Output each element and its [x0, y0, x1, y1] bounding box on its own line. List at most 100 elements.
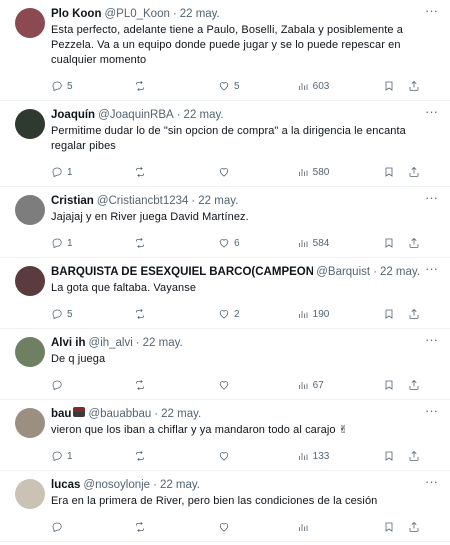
bookmark-icon [385, 451, 393, 461]
tweet-date[interactable]: 22 may. [180, 6, 220, 22]
views-button[interactable] [297, 521, 383, 533]
bookmark-button[interactable] [383, 450, 408, 462]
user-handle[interactable]: @nosoylonje [83, 477, 150, 493]
like-button[interactable]: 6 [218, 237, 297, 249]
tweet-date[interactable]: 22 may. [160, 477, 200, 493]
more-options-button[interactable]: ··· [425, 105, 438, 118]
share-button[interactable] [408, 308, 420, 320]
tweet-header: Joaquín @JoaquinRBA · 22 may. [51, 107, 420, 123]
like-button[interactable] [218, 450, 297, 462]
avatar[interactable] [15, 266, 45, 296]
retweet-button[interactable] [134, 521, 218, 533]
user-handle[interactable]: @bauabbau [88, 406, 151, 422]
bookmark-button[interactable] [383, 521, 408, 533]
reply-feed: Plo Koon @PL0_Koon · 22 may. Esta perfec… [0, 0, 450, 542]
user-handle[interactable]: @Barquist [316, 264, 370, 280]
tweet-actions: 1 133 [51, 442, 420, 470]
reply-button[interactable] [51, 379, 134, 391]
tweet[interactable]: BARQUISTA DE ESEXQUIEL BARCO(CAMPEON DE … [0, 258, 450, 329]
reply-button[interactable]: 1 [51, 166, 134, 178]
views-button[interactable]: 190 [297, 308, 383, 320]
reply-button[interactable]: 1 [51, 237, 134, 249]
retweet-button[interactable] [134, 379, 218, 391]
retweet-button[interactable] [134, 237, 218, 249]
share-button[interactable] [408, 237, 420, 249]
like-button[interactable]: 5 [218, 80, 297, 92]
share-button[interactable] [408, 379, 420, 391]
more-options-button[interactable]: ··· [425, 191, 438, 204]
tweet-date[interactable]: 22 may. [143, 335, 183, 351]
user-handle[interactable]: @Cristiancbt1234 [97, 193, 189, 209]
user-handle[interactable]: @ih_alvi [89, 335, 133, 351]
tweet[interactable]: bau @bauabbau · 22 may. vieron que los i… [0, 400, 450, 471]
tweet-date[interactable]: 22 may. [184, 107, 224, 123]
like-button[interactable] [218, 521, 297, 533]
user-handle[interactable]: @PL0_Koon [104, 6, 169, 22]
tweet-date[interactable]: 22 may. [161, 406, 201, 422]
tweet-date[interactable]: 22 may. [198, 193, 238, 209]
more-options-button[interactable]: ··· [425, 333, 438, 346]
tweet[interactable]: Joaquín @JoaquinRBA · 22 may. Permitime … [0, 101, 450, 187]
views-button[interactable]: 67 [297, 379, 383, 391]
heart-icon [219, 381, 229, 390]
like-button[interactable]: 2 [218, 308, 297, 320]
share-button[interactable] [408, 80, 420, 92]
tweet[interactable]: lucas @nosoylonje · 22 may. Era en la pr… [0, 471, 450, 542]
victory-hand-emoji: ✌ [338, 424, 349, 436]
share-button[interactable] [408, 521, 420, 533]
user-handle[interactable]: @JoaquinRBA [98, 107, 174, 123]
bookmark-icon [385, 309, 393, 319]
bookmark-button[interactable] [383, 379, 408, 391]
display-name[interactable]: Plo Koon [51, 6, 101, 22]
reply-icon [52, 522, 62, 533]
retweet-button[interactable] [134, 308, 218, 320]
display-name[interactable]: bau [51, 406, 71, 422]
tweet[interactable]: Plo Koon @PL0_Koon · 22 may. Esta perfec… [0, 0, 450, 101]
share-icon [409, 308, 419, 319]
share-button[interactable] [408, 450, 420, 462]
more-icon: ··· [425, 474, 438, 489]
display-name[interactable]: Cristian [51, 193, 94, 209]
tweet-body: Joaquín @JoaquinRBA · 22 may. Permitime … [51, 107, 438, 186]
retweet-button[interactable] [134, 80, 218, 92]
avatar[interactable] [15, 8, 45, 38]
avatar[interactable] [15, 408, 45, 438]
bookmark-button[interactable] [383, 237, 408, 249]
more-options-button[interactable]: ··· [425, 474, 438, 489]
views-button[interactable]: 580 [297, 166, 383, 178]
display-name[interactable]: BARQUISTA DE ESEXQUIEL BARCO(CAMPEON DE [51, 264, 313, 280]
share-button[interactable] [408, 166, 420, 178]
avatar[interactable] [15, 479, 45, 509]
bookmark-button[interactable] [383, 166, 408, 178]
bookmark-button[interactable] [383, 308, 408, 320]
views-icon [298, 169, 308, 176]
display-name[interactable]: Alvi ih [51, 335, 86, 351]
tweet-date[interactable]: 22 may. [380, 264, 420, 280]
more-options-button[interactable]: ··· [425, 262, 438, 275]
reply-button[interactable] [51, 521, 134, 533]
bookmark-icon [385, 81, 393, 91]
retweet-button[interactable] [134, 450, 218, 462]
reply-button[interactable]: 1 [51, 450, 134, 462]
separator-dot: · [153, 479, 157, 491]
retweet-button[interactable] [134, 166, 218, 178]
like-button[interactable] [218, 166, 297, 178]
bookmark-button[interactable] [383, 80, 408, 92]
avatar[interactable] [15, 337, 45, 367]
avatar[interactable] [15, 109, 45, 139]
views-button[interactable]: 133 [297, 450, 383, 462]
display-name[interactable]: lucas [51, 477, 80, 493]
more-options-button[interactable]: ··· [425, 4, 438, 17]
tweet[interactable]: Alvi ih @ih_alvi · 22 may. De q juega 67… [0, 329, 450, 400]
reply-button[interactable]: 5 [51, 308, 134, 320]
reply-button[interactable]: 5 [51, 80, 134, 92]
avatar[interactable] [15, 195, 45, 225]
views-button[interactable]: 584 [297, 237, 383, 249]
more-options-button[interactable]: ··· [425, 404, 438, 417]
tweet[interactable]: Cristian @Cristiancbt1234 · 22 may. Jaja… [0, 187, 450, 258]
display-name[interactable]: Joaquín [51, 107, 95, 123]
like-button[interactable] [218, 379, 297, 391]
tweet-body: lucas @nosoylonje · 22 may. Era en la pr… [51, 477, 438, 541]
views-button[interactable]: 603 [297, 80, 383, 92]
retweet-icon [135, 166, 144, 178]
